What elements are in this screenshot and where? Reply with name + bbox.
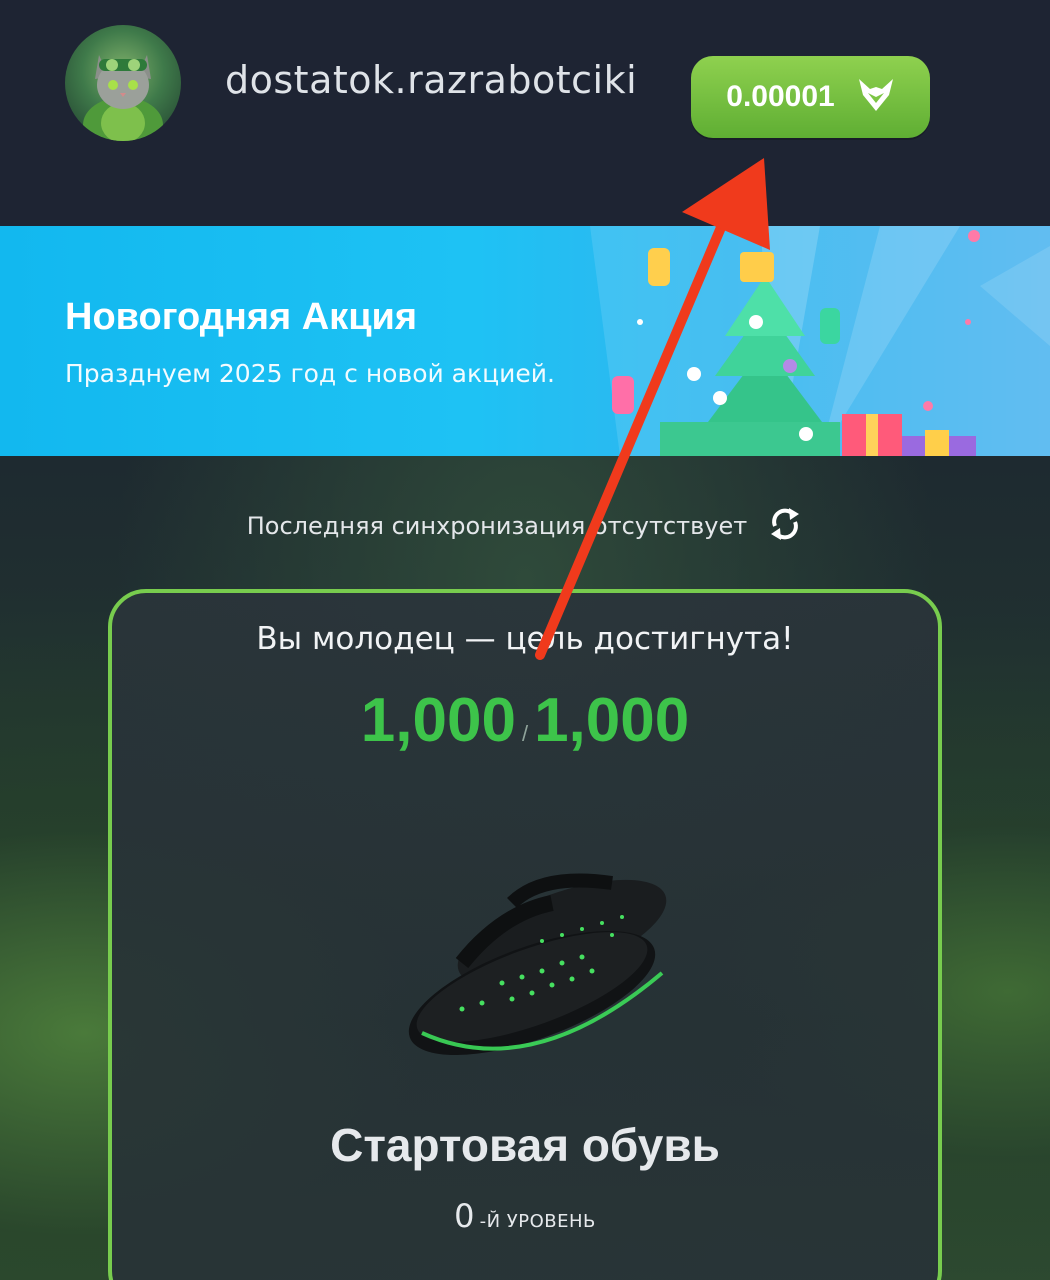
banner-title: Новогодняя Акция: [65, 296, 418, 338]
balance-button[interactable]: 0.00001: [691, 56, 930, 138]
item-level: 0 -Й УРОВЕНЬ: [112, 1197, 938, 1235]
goal-message: Вы молодец — цель достигнута!: [256, 621, 794, 657]
progress-counter: 1,000/1,000: [112, 685, 938, 756]
cat-pilot-avatar-icon[interactable]: [65, 25, 181, 141]
main-content: Последняя синхронизация отсутствует Вы м…: [0, 456, 1050, 1280]
banner-subtitle: Празднуем 2025 год с новой акцией.: [65, 359, 555, 388]
progress-target: 1,000: [534, 686, 690, 755]
level-number: 0: [454, 1197, 475, 1235]
fox-head-icon: [857, 77, 895, 117]
balance-value: 0.00001: [726, 80, 835, 113]
progress-current: 1,000: [360, 686, 516, 755]
banner-decoration: [590, 226, 1050, 456]
progress-separator: /: [521, 721, 529, 746]
sync-icon[interactable]: [767, 504, 803, 548]
username: dostatok.razrabotciki: [225, 58, 638, 102]
app-header: dostatok.razrabotciki 0.00001: [0, 0, 1050, 226]
flip-flops-image: [382, 853, 682, 1073]
sync-status-text: Последняя синхронизация отсутствует: [246, 512, 748, 540]
item-title: Стартовая обувь: [330, 1119, 720, 1171]
goal-card: Вы молодец — цель достигнута! 1,000/1,00…: [108, 589, 942, 1280]
level-label: -Й УРОВЕНЬ: [479, 1211, 596, 1232]
sync-status: Последняя синхронизация отсутствует: [0, 504, 1050, 548]
promo-banner[interactable]: Новогодняя Акция Празднуем 2025 год с но…: [0, 226, 1050, 456]
